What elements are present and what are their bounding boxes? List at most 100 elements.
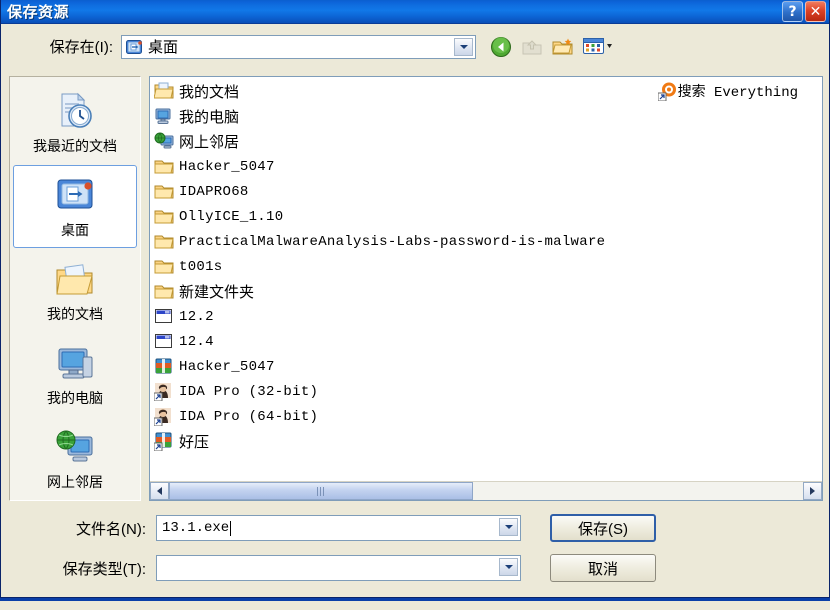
list-item-label: IDA Pro (32-bit) (179, 383, 319, 400)
file-name-label: 文件名(N): (76, 520, 146, 538)
save-in-combo[interactable]: 桌面 (121, 34, 476, 59)
my-computer-icon (154, 107, 174, 127)
list-item-label: Hacker_5047 (179, 158, 275, 175)
list-item-label: 网上邻居 (179, 134, 240, 151)
save-dialog: 保存资源 ? ✕ 保存在(I): 桌面 我最近的文档 桌面 我的文档 我的电脑 … (0, 0, 830, 598)
dialog-toolbar (490, 36, 614, 58)
sidebar-item-my-computer[interactable]: 我的电脑 (13, 333, 137, 416)
save-in-row: 保存在(I): 桌面 (1, 24, 830, 69)
list-item[interactable]: 新建文件夹 (150, 279, 822, 304)
back-button[interactable] (490, 36, 514, 58)
new-folder-button[interactable] (552, 36, 576, 58)
list-item[interactable]: 12.4 (150, 329, 822, 354)
file-name-value: 13.1.exe (162, 520, 230, 536)
sidebar-item-recent-documents[interactable]: 我最近的文档 (13, 81, 137, 164)
sidebar-item-label: 网上邻居 (47, 473, 103, 490)
desktop-icon (126, 39, 143, 55)
list-item[interactable]: IDA Pro (32-bit) (150, 379, 822, 404)
list-item[interactable]: 我的电脑 (150, 104, 822, 129)
my-documents-icon (54, 258, 96, 302)
save-form: 文件名(N): 13.1.exe 保存(S) 保存类型(T): 取消 (1, 512, 830, 592)
list-item-everything-search[interactable]: 搜索 Everything (657, 81, 798, 101)
sidebar-item-label: 桌面 (61, 221, 89, 238)
help-button[interactable]: ? (782, 1, 803, 22)
window-document-icon (154, 332, 174, 352)
file-type-row: 保存类型(T): 取消 (1, 552, 830, 584)
file-list: 我的文档 我的电脑 网上邻居 Hacker_5047 IDAPRO68 Olly… (150, 79, 822, 478)
list-item-label: OllyICE_1.10 (179, 208, 284, 225)
list-item-label: IDAPRO68 (179, 183, 249, 200)
chevron-down-icon[interactable] (499, 518, 518, 536)
sidebar-item-label: 我最近的文档 (33, 137, 117, 154)
save-button-label: 保存(S) (578, 520, 628, 538)
list-item-label: 我的文档 (179, 84, 240, 101)
list-item[interactable]: Hacker_5047 (150, 154, 822, 179)
scroll-left-button[interactable] (150, 482, 169, 500)
folder-icon (154, 157, 174, 177)
file-type-select[interactable] (156, 555, 521, 581)
my-documents-icon (154, 82, 174, 102)
cancel-button-label: 取消 (587, 560, 618, 578)
window-bottom-edge (0, 598, 830, 610)
question-mark-icon: ? (788, 3, 797, 20)
list-item-label: 好压 (179, 434, 210, 451)
file-type-label: 保存类型(T): (62, 560, 146, 578)
scroll-right-button[interactable] (803, 482, 822, 500)
sidebar-item-desktop[interactable]: 桌面 (13, 165, 137, 248)
list-item[interactable]: 好压 (150, 429, 822, 454)
sidebar-item-my-documents[interactable]: 我的文档 (13, 249, 137, 332)
file-list-panel[interactable]: 我的文档 我的电脑 网上邻居 Hacker_5047 IDAPRO68 Olly… (149, 76, 823, 501)
close-button[interactable]: ✕ (805, 1, 826, 22)
folder-icon (154, 207, 174, 227)
chevron-down-icon[interactable] (454, 37, 473, 56)
save-in-label: 保存在(I): (49, 39, 113, 56)
my-computer-icon (54, 342, 96, 386)
window-document-icon (154, 307, 174, 327)
list-item[interactable]: PracticalMalwareAnalysis-Labs-password-i… (150, 229, 822, 254)
list-item[interactable]: 网上邻居 (150, 129, 822, 154)
list-item[interactable]: IDA Pro (64-bit) (150, 404, 822, 429)
list-item-label: 12.4 (179, 333, 214, 350)
list-item-label: t001s (179, 258, 223, 275)
scrollbar-thumb[interactable] (169, 482, 474, 500)
sidebar-item-network-places[interactable]: 网上邻居 (13, 417, 137, 500)
list-item-label: 12.2 (179, 308, 214, 325)
list-item[interactable]: t001s (150, 254, 822, 279)
text-caret (230, 520, 232, 536)
recent-documents-icon (54, 90, 96, 134)
list-item[interactable]: OllyICE_1.10 (150, 204, 822, 229)
file-name-input[interactable]: 13.1.exe (156, 515, 521, 541)
list-item-label: IDA Pro (64-bit) (179, 408, 319, 425)
views-button[interactable] (583, 36, 614, 58)
title-bar-buttons: ? ✕ (782, 1, 826, 22)
close-icon: ✕ (809, 3, 822, 20)
list-item-label: 我的电脑 (179, 109, 240, 126)
cancel-button[interactable]: 取消 (550, 554, 656, 582)
network-places-icon (154, 132, 174, 152)
list-item-label: PracticalMalwareAnalysis-Labs-password-i… (179, 233, 606, 250)
list-item-label: Hacker_5047 (179, 358, 275, 375)
ida-pro-shortcut-icon (154, 382, 174, 402)
up-one-level-button (521, 36, 545, 58)
title-bar[interactable]: 保存资源 ? ✕ (1, 0, 829, 24)
list-item[interactable]: IDAPRO68 (150, 179, 822, 204)
list-item[interactable]: 12.2 (150, 304, 822, 329)
ida-pro-shortcut-icon (154, 407, 174, 427)
horizontal-scrollbar[interactable] (150, 481, 822, 500)
haozip-shortcut-icon (154, 432, 174, 452)
sidebar-item-label: 我的电脑 (47, 389, 103, 406)
sidebar-item-label: 我的文档 (47, 305, 103, 322)
everything-search-shortcut-icon (657, 82, 678, 101)
scrollbar-track[interactable] (169, 482, 803, 500)
places-bar: 我最近的文档 桌面 我的文档 我的电脑 网上邻居 (9, 76, 141, 501)
rar-archive-icon (154, 357, 174, 377)
window-title: 保存资源 (7, 4, 70, 21)
chevron-down-icon[interactable] (499, 558, 518, 576)
scrollbar-grip-icon (316, 486, 326, 496)
save-button[interactable]: 保存(S) (550, 514, 656, 542)
folder-icon (154, 232, 174, 252)
list-item[interactable]: Hacker_5047 (150, 354, 822, 379)
desktop-icon (54, 174, 96, 218)
list-item-label: 新建文件夹 (179, 284, 255, 301)
folder-icon (154, 282, 174, 302)
